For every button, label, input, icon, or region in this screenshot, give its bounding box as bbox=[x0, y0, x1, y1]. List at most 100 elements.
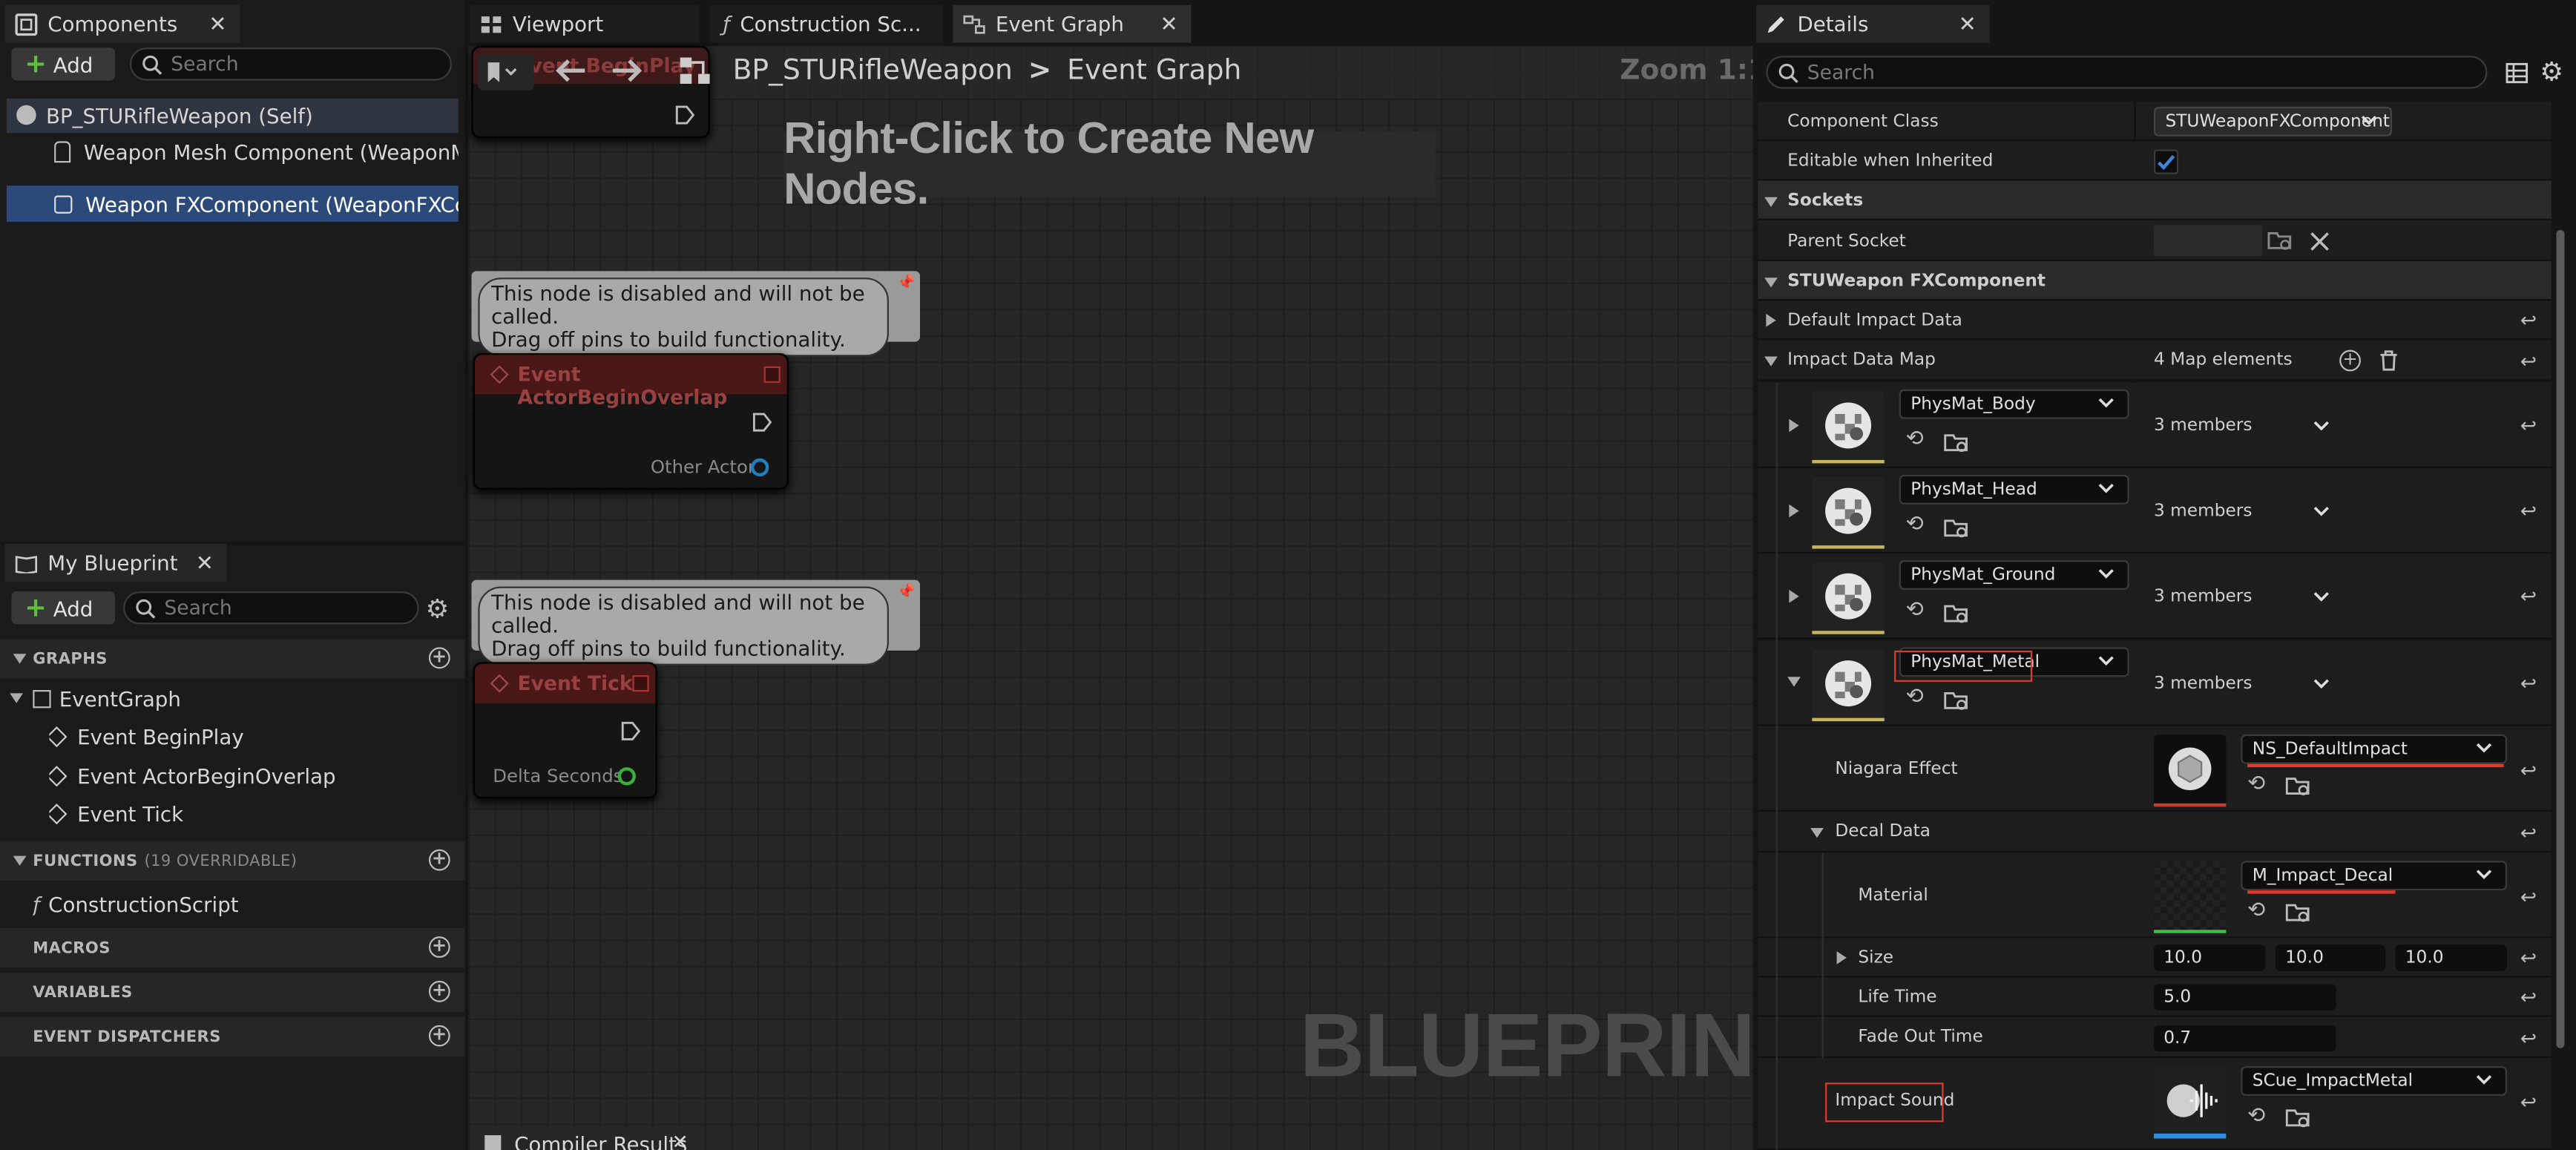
forward-arrow-icon[interactable] bbox=[611, 59, 644, 82]
exec-pin-icon[interactable] bbox=[752, 413, 772, 433]
size-x-field[interactable]: 10.0 bbox=[2153, 944, 2266, 971]
add-element-icon[interactable]: + bbox=[2339, 350, 2361, 372]
tab-event-graph[interactable]: Event Graph ✕ bbox=[953, 4, 1192, 43]
add-dispatcher-icon[interactable]: + bbox=[428, 1025, 450, 1047]
reset-arrow-icon[interactable]: ↩ bbox=[2520, 986, 2537, 1009]
graphs-header[interactable]: GRAPHS + bbox=[0, 639, 465, 679]
trash-icon[interactable] bbox=[2379, 350, 2399, 372]
object-pin-icon[interactable] bbox=[750, 458, 769, 477]
table-view-icon[interactable] bbox=[2506, 62, 2529, 84]
browse-folder-icon[interactable] bbox=[2267, 230, 2293, 252]
event-overlap-item[interactable]: Event ActorBeginOverlap bbox=[49, 764, 443, 789]
physmat-dropdown[interactable]: PhysMat_Ground bbox=[1899, 560, 2129, 590]
reset-arrow-icon[interactable]: ↩ bbox=[2520, 350, 2537, 373]
exec-pin-icon[interactable] bbox=[621, 721, 641, 741]
browse-folder-icon[interactable] bbox=[2285, 902, 2311, 924]
browse-folder-icon[interactable] bbox=[1944, 432, 1970, 453]
float-pin-icon[interactable] bbox=[617, 767, 636, 786]
close-icon[interactable]: ✕ bbox=[1160, 13, 1178, 38]
size-y-field[interactable]: 10.0 bbox=[2275, 944, 2386, 971]
components-tab[interactable]: Components ✕ bbox=[4, 4, 240, 43]
component-row-mesh[interactable]: Weapon Mesh Component (WeaponMeshCompone… bbox=[54, 139, 459, 164]
expand-icon[interactable] bbox=[1836, 951, 1847, 965]
browse-folder-icon[interactable] bbox=[2285, 775, 2311, 797]
physmat-thumbnail[interactable] bbox=[1812, 562, 1885, 634]
use-selected-icon[interactable]: ⟲ bbox=[1906, 427, 1924, 452]
reset-arrow-icon[interactable]: ↩ bbox=[2520, 499, 2537, 522]
material-thumbnail[interactable] bbox=[2153, 861, 2227, 933]
add-blueprint-button[interactable]: + Add bbox=[11, 591, 116, 625]
niagara-dropdown[interactable]: NS_DefaultImpact bbox=[2241, 734, 2508, 768]
use-selected-icon[interactable]: ⟲ bbox=[2247, 772, 2265, 797]
use-selected-icon[interactable]: ⟲ bbox=[1906, 513, 1924, 537]
reset-arrow-icon[interactable]: ↩ bbox=[2520, 821, 2537, 844]
physmat-thumbnail[interactable] bbox=[1812, 391, 1885, 464]
close-icon[interactable]: ✕ bbox=[672, 1130, 689, 1150]
reset-arrow-icon[interactable]: ↩ bbox=[2520, 414, 2537, 437]
material-dropdown[interactable]: M_Impact_Decal bbox=[2241, 861, 2508, 894]
add-graph-icon[interactable]: + bbox=[428, 647, 450, 669]
chevron-down-icon[interactable] bbox=[2313, 588, 2330, 605]
use-selected-icon[interactable]: ⟲ bbox=[2247, 1104, 2265, 1128]
collapse-icon[interactable] bbox=[1764, 356, 1778, 367]
physmat-thumbnail[interactable] bbox=[1812, 648, 1885, 722]
reset-arrow-icon[interactable]: ↩ bbox=[2520, 886, 2537, 909]
use-selected-icon[interactable]: ⟲ bbox=[1906, 598, 1924, 622]
blueprint-search-input[interactable]: Search bbox=[123, 591, 419, 625]
collapse-icon[interactable] bbox=[1810, 828, 1824, 838]
browse-folder-icon[interactable] bbox=[1944, 518, 1970, 539]
expand-icon[interactable] bbox=[1766, 313, 1776, 327]
chevron-down-icon[interactable] bbox=[2313, 675, 2330, 691]
tab-construction-script[interactable]: ƒ Construction Sc... bbox=[709, 4, 944, 43]
physmat-dropdown[interactable]: PhysMat_Head bbox=[1899, 474, 2129, 505]
physmat-thumbnail[interactable] bbox=[1812, 476, 1885, 549]
niagara-thumbnail[interactable] bbox=[2153, 734, 2227, 807]
my-blueprint-tab[interactable]: My Blueprint ✕ bbox=[4, 543, 227, 582]
back-arrow-icon[interactable] bbox=[553, 59, 586, 82]
macros-header[interactable]: MACROS + bbox=[0, 928, 465, 968]
collapse-icon[interactable] bbox=[1787, 677, 1801, 687]
physmat-dropdown[interactable]: PhysMat_Body bbox=[1899, 389, 2129, 419]
close-icon[interactable]: ✕ bbox=[196, 552, 214, 576]
exec-pin-icon[interactable] bbox=[675, 105, 695, 125]
reset-arrow-icon[interactable]: ↩ bbox=[2520, 759, 2537, 782]
chevron-down-icon[interactable] bbox=[2313, 503, 2330, 519]
event-beginplay-item[interactable]: Event BeginPlay bbox=[49, 725, 443, 749]
details-search-input[interactable]: Search bbox=[1766, 56, 2488, 89]
event-tick-item[interactable]: Event Tick bbox=[49, 802, 443, 827]
expand-icon[interactable] bbox=[1789, 418, 1799, 433]
fadeout-field[interactable]: 0.7 bbox=[2153, 1025, 2336, 1052]
event-graph-item[interactable]: EventGraph bbox=[10, 687, 453, 712]
reset-arrow-icon[interactable]: ↩ bbox=[2520, 1027, 2537, 1050]
sockets-section[interactable] bbox=[1758, 180, 2552, 220]
expand-icon[interactable] bbox=[1789, 589, 1799, 603]
pin-icon[interactable]: 📌 bbox=[897, 276, 916, 292]
compiler-results-tab[interactable]: Compiler Results ✕ bbox=[474, 1127, 705, 1150]
sound-thumbnail[interactable] bbox=[2153, 1066, 2227, 1139]
editable-checkbox[interactable] bbox=[2153, 149, 2179, 174]
pin-icon[interactable]: 📌 bbox=[897, 585, 916, 601]
gear-icon[interactable]: ⚙ bbox=[2540, 56, 2563, 87]
add-function-icon[interactable]: + bbox=[428, 850, 450, 871]
variables-header[interactable]: VARIABLES + bbox=[0, 972, 465, 1013]
expand-icon[interactable] bbox=[1789, 504, 1799, 518]
browse-folder-icon[interactable] bbox=[1944, 603, 1970, 625]
lifetime-field[interactable]: 5.0 bbox=[2153, 984, 2336, 1011]
details-tab[interactable]: Details ✕ bbox=[1756, 4, 1990, 43]
parent-socket-field[interactable] bbox=[2153, 225, 2263, 257]
construction-script-item[interactable]: ƒ ConstructionScript bbox=[33, 892, 444, 916]
use-selected-icon[interactable]: ⟲ bbox=[2247, 898, 2265, 923]
tab-viewport[interactable]: Viewport bbox=[470, 4, 700, 43]
component-class-dropdown[interactable]: STUWeaponFXComponent bbox=[2153, 106, 2393, 137]
reset-arrow-icon[interactable]: ↩ bbox=[2520, 946, 2537, 969]
add-variable-icon[interactable]: + bbox=[428, 980, 450, 1002]
browse-folder-icon[interactable] bbox=[1944, 690, 1970, 712]
reset-arrow-icon[interactable]: ↩ bbox=[2520, 672, 2537, 695]
reset-arrow-icon[interactable]: ↩ bbox=[2520, 1091, 2537, 1114]
breadcrumb-root[interactable]: BP_STURifleWeapon bbox=[733, 54, 1013, 87]
close-icon[interactable]: ✕ bbox=[208, 13, 226, 38]
browse-folder-icon[interactable] bbox=[2285, 1107, 2311, 1128]
add-macro-icon[interactable]: + bbox=[428, 936, 450, 958]
impact-sound-dropdown[interactable]: SCue_ImpactMetal bbox=[2241, 1066, 2508, 1096]
close-icon[interactable]: ✕ bbox=[1959, 13, 1977, 38]
